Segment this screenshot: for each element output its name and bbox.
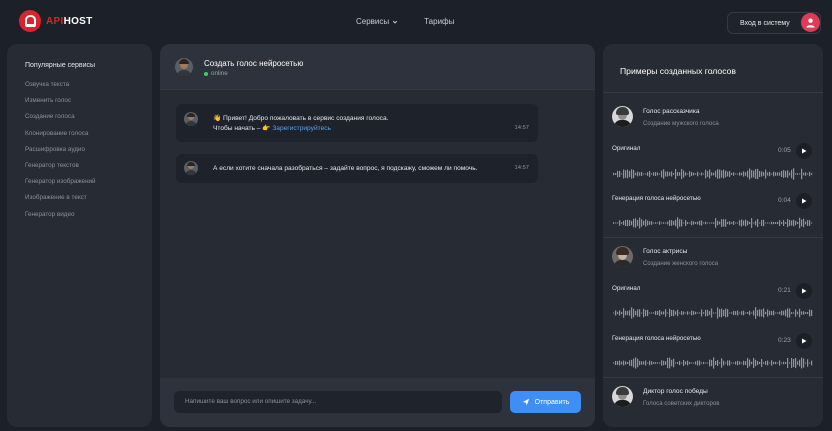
track-time: 0:23 xyxy=(778,337,791,344)
message-time: 14:57 xyxy=(514,125,529,131)
chevron-down-icon xyxy=(393,20,398,24)
register-link[interactable]: Зарегистрируйтесь xyxy=(272,125,331,132)
play-icon xyxy=(802,148,807,154)
chat-panel: Создать голос нейросетью online 👋 Привет… xyxy=(160,44,595,427)
play-button[interactable] xyxy=(796,143,812,159)
voice-card-header: Голос рассказчика Создание мужского голо… xyxy=(612,106,812,130)
chat-message: А если хотите сначала разобраться – зада… xyxy=(176,154,538,183)
voice-avatar xyxy=(612,106,633,127)
track-time: 0:21 xyxy=(778,287,791,294)
services-sidebar: Популярные сервисы Озвучка текста Измени… xyxy=(7,44,152,427)
play-icon xyxy=(802,288,807,294)
divider xyxy=(603,237,823,238)
bot-avatar xyxy=(184,161,198,175)
sidebar-item-image-generator[interactable]: Генератор изображений xyxy=(25,177,96,193)
sidebar-item-create-voice[interactable]: Создание голоса xyxy=(25,112,96,128)
waveform[interactable] xyxy=(612,306,813,320)
voice-subtitle: Создание мужского голоса xyxy=(643,120,719,127)
user-avatar[interactable] xyxy=(801,13,820,32)
play-button[interactable] xyxy=(796,333,812,349)
sidebar-item-text-generator[interactable]: Генератор текстов xyxy=(25,161,96,177)
examples-title: Примеры созданных голосов xyxy=(620,66,736,76)
voice-avatar xyxy=(612,246,633,267)
sidebar-item-video-generator[interactable]: Генератор видео xyxy=(25,210,96,226)
send-icon xyxy=(522,398,529,406)
voice-name: Голос рассказчика xyxy=(643,108,700,115)
play-button[interactable] xyxy=(796,283,812,299)
track-label: Генерация голоса нейросетью xyxy=(612,335,701,342)
main-nav: Сервисы Тарифы xyxy=(356,17,454,26)
chat-message: 👋 Привет! Добро пожаловать в сервис созд… xyxy=(176,104,538,142)
voice-name: Голос актрисы xyxy=(643,248,688,255)
login-label: Вход в систему xyxy=(740,19,790,27)
track-label: Оригинал xyxy=(612,145,641,152)
sidebar-item-voice-cloning[interactable]: Клонирование голоса xyxy=(25,129,96,145)
play-icon xyxy=(802,198,807,204)
sidebar-item-image-to-text[interactable]: Изображение в текст xyxy=(25,193,96,209)
nav-pricing-label: Тарифы xyxy=(424,17,455,26)
chat-header: Создать голос нейросетью online xyxy=(160,44,595,90)
divider xyxy=(603,377,823,378)
message-text: 👋 Привет! Добро пожаловать в сервис созд… xyxy=(213,114,388,133)
message-line: Чтобы начать – 👉 Зарегистрируйтесь xyxy=(213,124,388,134)
chat-title: Создать голос нейросетью xyxy=(204,59,304,68)
sidebar-item-text-to-speech[interactable]: Озвучка текста xyxy=(25,80,96,96)
chat-composer: Напишите ваш вопрос или опишите задачу..… xyxy=(160,378,595,427)
track-time: 0:05 xyxy=(778,147,791,154)
track-label: Генерация голоса нейросетью xyxy=(612,195,701,202)
logo-text: APIHOST xyxy=(46,15,93,27)
voice-card-header: Голос актрисы Создание женского голоса xyxy=(612,246,812,270)
sidebar-list: Озвучка текста Изменить голос Создание г… xyxy=(25,80,96,226)
waveform[interactable] xyxy=(612,216,813,230)
user-icon xyxy=(806,18,815,28)
play-button[interactable] xyxy=(796,193,812,209)
voice-avatar xyxy=(612,386,633,407)
sidebar-item-change-voice[interactable]: Изменить голос xyxy=(25,96,96,112)
send-button[interactable]: Отправить xyxy=(510,391,581,413)
bot-avatar xyxy=(175,58,193,76)
voice-name: Диктор голос победы xyxy=(643,388,708,395)
nav-pricing[interactable]: Тарифы xyxy=(424,17,454,26)
play-icon xyxy=(802,338,807,344)
divider xyxy=(603,92,823,93)
voice-subtitle: Голоса советских дикторов xyxy=(643,400,720,407)
track-time: 0:04 xyxy=(778,197,791,204)
message-line: 👋 Привет! Добро пожаловать в сервис созд… xyxy=(213,115,389,122)
waveform[interactable] xyxy=(612,356,813,370)
sidebar-item-audio-transcription[interactable]: Расшифровка аудио xyxy=(25,145,96,161)
message-time: 14:57 xyxy=(514,165,529,171)
voice-subtitle: Создание женского голоса xyxy=(643,260,719,267)
message-input[interactable]: Напишите ваш вопрос или опишите задачу..… xyxy=(174,391,502,413)
waveform[interactable] xyxy=(612,167,813,181)
voice-examples-panel: Примеры созданных голосов Голос рассказч… xyxy=(603,44,823,427)
chat-status: online xyxy=(204,70,228,77)
chat-status-text: online xyxy=(211,70,228,77)
top-bar: APIHOST Сервисы Тарифы Вход в систему xyxy=(0,0,832,42)
online-dot-icon xyxy=(204,71,208,76)
track-label: Оригинал xyxy=(612,285,641,292)
send-label: Отправить xyxy=(534,398,570,406)
nav-services[interactable]: Сервисы xyxy=(356,17,398,26)
bot-avatar xyxy=(184,112,198,126)
nav-services-label: Сервисы xyxy=(356,17,390,26)
logo-icon xyxy=(19,10,41,32)
sidebar-title: Популярные сервисы xyxy=(25,62,96,69)
message-text: А если хотите сначала разобраться – зада… xyxy=(213,165,478,172)
message-prefix: Чтобы начать – 👉 xyxy=(213,124,273,132)
apihost-logo[interactable]: APIHOST xyxy=(19,10,93,32)
voice-card-header: Диктор голос победы Голоса советских дик… xyxy=(612,386,812,410)
